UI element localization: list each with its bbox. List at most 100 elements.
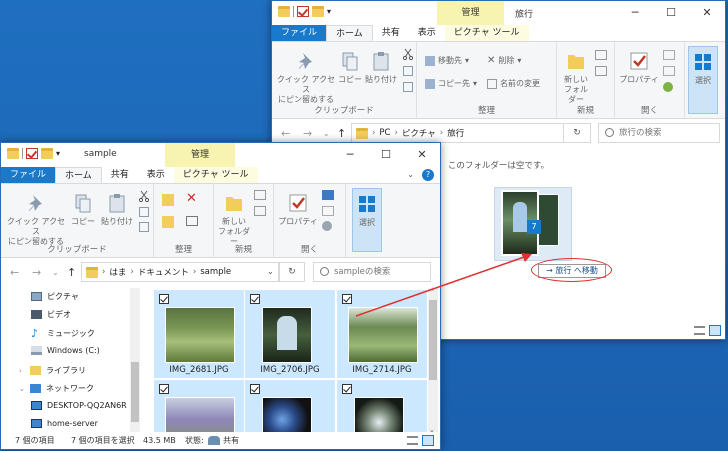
search-input[interactable]: 旅行の検索	[598, 123, 720, 143]
delete-icon[interactable]: ✕	[186, 191, 197, 206]
new-folder-button[interactable]: 新しい フォルダー	[561, 50, 591, 105]
paste-shortcut-icon[interactable]	[403, 82, 413, 92]
new-item-icon[interactable]	[254, 190, 266, 200]
selection-checkbox[interactable]	[159, 384, 169, 394]
new-folder-icon[interactable]	[312, 6, 324, 17]
file-thumbnail[interactable]: IMG_2706.JPG	[245, 290, 335, 378]
properties-check-icon[interactable]	[297, 6, 309, 17]
details-view-icon[interactable]	[694, 326, 705, 335]
edit-icon[interactable]	[663, 66, 675, 76]
copy-to-icon[interactable]	[162, 216, 174, 228]
tab-file[interactable]: ファイル	[272, 25, 327, 41]
file-list-pane[interactable]: IMG_2681.JPG IMG_2706.JPG IMG_2714.JPG	[141, 288, 427, 434]
breadcrumb-item[interactable]: sample	[200, 267, 231, 277]
nav-item-desktop-pc[interactable]: DESKTOP-QQ2AN6R	[31, 401, 127, 410]
address-bar[interactable]: › はま › ドキュメント › sample ⌄	[81, 262, 279, 282]
selection-checkbox[interactable]	[342, 384, 352, 394]
nav-item-libraries[interactable]: › ライブラリ	[19, 365, 86, 376]
selection-checkbox[interactable]	[250, 384, 260, 394]
nav-item-music[interactable]: ♪ ミュージック	[31, 327, 95, 340]
properties-button[interactable]: プロパティ	[619, 50, 659, 85]
help-icon[interactable]: ?	[422, 169, 434, 181]
selection-checkbox[interactable]	[250, 294, 260, 304]
breadcrumb-item[interactable]: PC	[379, 128, 390, 138]
qat-dropdown-icon[interactable]: ▾	[327, 7, 331, 16]
move-to-icon[interactable]	[162, 194, 174, 206]
pin-button[interactable]: クイック アクセス にピン留めする	[5, 192, 67, 247]
breadcrumb-item[interactable]: ピクチャ	[402, 127, 436, 139]
tab-home[interactable]: ホーム	[326, 25, 373, 41]
edit-icon[interactable]	[322, 206, 334, 216]
copy-button[interactable]: コピー	[338, 50, 362, 85]
refresh-button[interactable]: ↻	[279, 262, 305, 282]
title-bar[interactable]: ▾ sample 管理 ─ ☐ ✕	[1, 143, 440, 167]
file-thumbnail[interactable]	[154, 380, 244, 434]
file-thumbnail[interactable]	[245, 380, 335, 434]
open-icon[interactable]	[322, 190, 334, 200]
forward-arrow-icon[interactable]: →	[32, 266, 41, 279]
nav-item-pictures[interactable]: ピクチャ	[31, 291, 79, 302]
refresh-button[interactable]: ↻	[563, 123, 591, 143]
tab-picture-tools[interactable]: ピクチャ ツール	[444, 25, 529, 41]
tab-view[interactable]: 表示	[138, 167, 174, 183]
tab-home[interactable]: ホーム	[55, 167, 102, 183]
rename-button[interactable]: 名前の変更	[487, 78, 540, 89]
paste-button[interactable]: 貼り付け	[364, 50, 398, 85]
paste-shortcut-icon[interactable]	[139, 222, 149, 232]
easy-access-icon[interactable]	[254, 206, 266, 216]
forward-arrow-icon[interactable]: →	[303, 127, 312, 140]
recent-dropdown-icon[interactable]: ⌄	[323, 129, 330, 138]
open-icon[interactable]	[663, 50, 675, 60]
new-folder-button[interactable]: 新しい フォルダー	[218, 192, 250, 247]
nav-item-windows-c[interactable]: Windows (C:)	[31, 346, 100, 355]
properties-check-icon[interactable]	[26, 148, 38, 159]
back-arrow-icon[interactable]: ←	[10, 266, 19, 279]
copy-path-icon[interactable]	[139, 207, 149, 217]
qat-dropdown-icon[interactable]: ▾	[56, 149, 60, 158]
copy-path-icon[interactable]	[403, 66, 413, 76]
history-icon[interactable]	[663, 82, 673, 92]
large-icons-view-icon[interactable]	[422, 435, 434, 446]
tab-view[interactable]: 表示	[409, 25, 445, 41]
select-button[interactable]: 選択	[352, 188, 382, 252]
tab-share[interactable]: 共有	[373, 25, 409, 41]
up-arrow-icon[interactable]: ↑	[67, 266, 76, 279]
cut-icon[interactable]	[402, 48, 414, 60]
large-icons-view-icon[interactable]	[709, 325, 721, 336]
cut-icon[interactable]	[138, 190, 150, 202]
breadcrumb-item[interactable]: はま	[109, 266, 126, 278]
select-button[interactable]: 選択	[688, 46, 718, 114]
close-button[interactable]: ✕	[689, 1, 725, 25]
nav-item-home-server[interactable]: home-server	[31, 419, 98, 428]
move-to-button[interactable]: 移動先 ▾	[425, 55, 469, 66]
title-bar[interactable]: ▾ 管理 旅行 ─ ☐ ✕	[272, 1, 725, 25]
tab-picture-tools[interactable]: ピクチャ ツール	[173, 167, 258, 183]
new-folder-icon[interactable]	[41, 148, 53, 159]
tab-share[interactable]: 共有	[102, 167, 138, 183]
paste-button[interactable]: 貼り付け	[99, 192, 135, 227]
search-input[interactable]: sampleの検索	[313, 262, 431, 282]
nav-scrollbar[interactable]	[130, 288, 140, 434]
ribbon-expand-icon[interactable]: ⌄	[407, 170, 414, 179]
recent-dropdown-icon[interactable]: ⌄	[52, 268, 59, 277]
back-arrow-icon[interactable]: ←	[281, 127, 290, 140]
properties-button[interactable]: プロパティ	[278, 192, 318, 227]
nav-item-videos[interactable]: ビデオ	[31, 309, 71, 320]
file-thumbnail[interactable]: IMG_2681.JPG	[154, 290, 244, 378]
selection-checkbox[interactable]	[342, 294, 352, 304]
details-view-icon[interactable]	[407, 436, 418, 445]
address-bar[interactable]: › PC › ピクチャ › 旅行 ⌄	[351, 123, 591, 143]
tab-file[interactable]: ファイル	[1, 167, 56, 183]
up-arrow-icon[interactable]: ↑	[337, 127, 346, 140]
minimize-button[interactable]: ─	[617, 1, 653, 25]
file-list-scrollbar[interactable]: ⌃ ⌄	[428, 288, 438, 434]
copy-button[interactable]: コピー	[70, 192, 96, 227]
rename-icon[interactable]	[186, 216, 198, 226]
delete-button[interactable]: ✕ 削除 ▾	[487, 55, 521, 66]
copy-to-button[interactable]: コピー先 ▾	[425, 78, 477, 89]
maximize-button[interactable]: ☐	[653, 1, 689, 25]
pin-button[interactable]: クイック アクセス にピン留めする	[276, 50, 336, 105]
close-button[interactable]: ✕	[404, 143, 440, 167]
maximize-button[interactable]: ☐	[368, 143, 404, 167]
address-dropdown-icon[interactable]: ⌄	[267, 267, 274, 277]
